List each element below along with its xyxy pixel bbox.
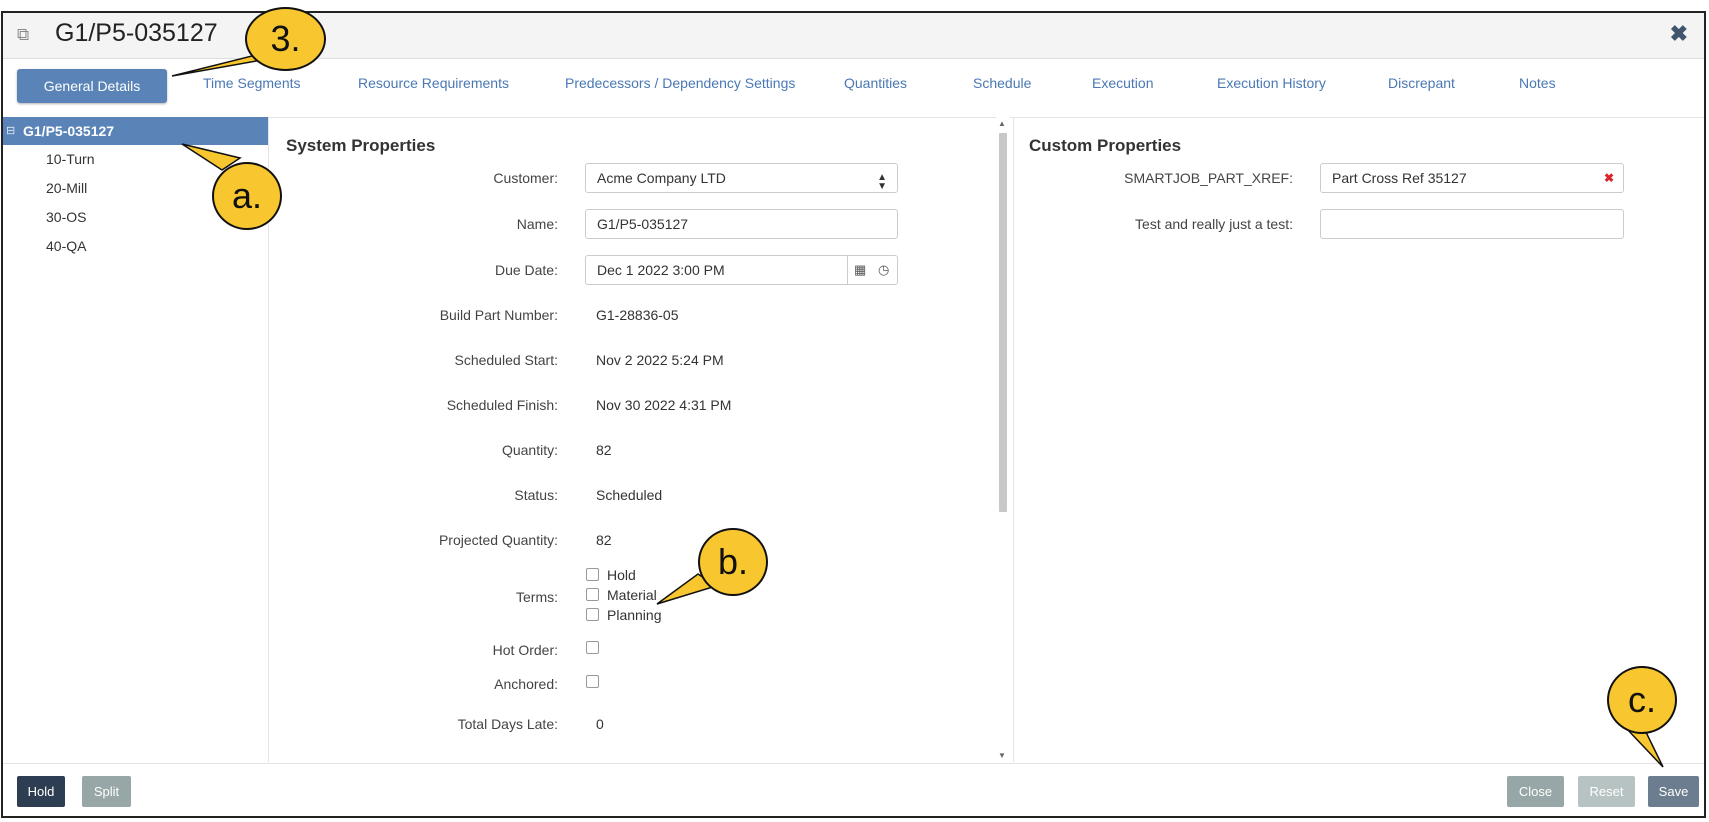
callout-a: a.	[212, 162, 282, 230]
callout-3: 3.	[245, 7, 326, 71]
callout-b: b.	[698, 528, 768, 596]
callout-pointers	[171, 47, 1664, 768]
callout-c: c.	[1607, 666, 1677, 734]
